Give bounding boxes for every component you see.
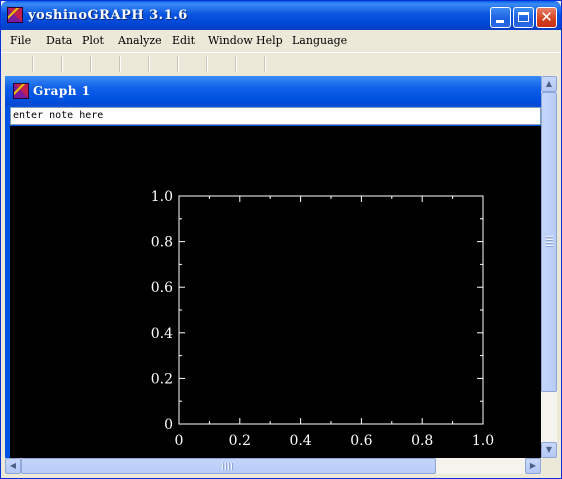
toolbar-separator bbox=[90, 56, 92, 72]
grip-line bbox=[231, 463, 233, 470]
menu-help[interactable]: Help bbox=[256, 34, 283, 47]
menu-bar: File Data Plot Analyze Edit Window Help … bbox=[1, 30, 561, 52]
grip-line bbox=[546, 239, 553, 241]
plot-frame bbox=[178, 195, 484, 425]
y-tick-label: 0.6 bbox=[151, 280, 173, 296]
scroll-up-button[interactable]: ▲ bbox=[541, 76, 557, 92]
vertical-scroll-thumb[interactable] bbox=[541, 92, 557, 392]
title-bar[interactable]: yoshinoGRAPH 3.1.6 ✕ bbox=[1, 1, 561, 30]
grip-line bbox=[228, 463, 230, 470]
toolbar-separator bbox=[148, 56, 150, 72]
graph-window-title-bar[interactable]: Graph 1 bbox=[5, 76, 541, 106]
size-grip[interactable] bbox=[541, 458, 557, 474]
graph-window-title: Graph 1 bbox=[33, 84, 91, 98]
menu-analyze[interactable]: Analyze bbox=[118, 34, 162, 47]
vertical-scrollbar[interactable]: ▲ ▼ bbox=[541, 76, 557, 458]
toolbar-separator bbox=[119, 56, 121, 72]
note-field[interactable]: enter note here bbox=[10, 107, 541, 125]
menu-window[interactable]: Window bbox=[208, 34, 253, 47]
grape-graph-icon[interactable] bbox=[13, 83, 29, 99]
y-tick-label: 0.4 bbox=[151, 326, 173, 342]
grape-app-icon[interactable] bbox=[7, 7, 23, 23]
scroll-down-button[interactable]: ▼ bbox=[541, 442, 557, 458]
menu-data[interactable]: Data bbox=[46, 34, 72, 47]
x-tick-label: 0.2 bbox=[229, 433, 251, 449]
close-button[interactable]: ✕ bbox=[536, 7, 557, 28]
minimize-button[interactable] bbox=[490, 7, 511, 28]
x-tick-label: 0.6 bbox=[350, 433, 372, 449]
x-tick-label: 0 bbox=[175, 433, 184, 449]
x-tick-label: 0.4 bbox=[289, 433, 311, 449]
minimize-icon bbox=[496, 20, 504, 23]
grip-line bbox=[222, 463, 224, 470]
maximize-icon bbox=[518, 12, 529, 22]
menu-edit[interactable]: Edit bbox=[172, 34, 195, 47]
menu-language[interactable]: Language bbox=[292, 34, 347, 47]
y-tick-label: 0.2 bbox=[151, 371, 173, 387]
close-icon: ✕ bbox=[540, 8, 553, 26]
menu-file[interactable]: File bbox=[10, 34, 31, 47]
horizontal-scrollbar[interactable]: ◀ ▶ bbox=[5, 458, 541, 474]
toolbar-separator bbox=[264, 56, 266, 72]
scroll-right-button[interactable]: ▶ bbox=[525, 458, 541, 474]
grip-line bbox=[546, 236, 553, 238]
toolbar-separator bbox=[177, 56, 179, 72]
grip-line bbox=[225, 463, 227, 470]
grip-line bbox=[546, 245, 553, 247]
window-title: yoshinoGRAPH 3.1.6 bbox=[28, 8, 188, 23]
toolbar-separator bbox=[235, 56, 237, 72]
app-window: yoshinoGRAPH 3.1.6 ✕ File Data Plot Anal… bbox=[0, 0, 562, 479]
x-tick-label: 0.8 bbox=[411, 433, 433, 449]
maximize-button[interactable] bbox=[513, 7, 534, 28]
y-tick-label: 0.8 bbox=[151, 235, 173, 251]
toolbar-separator bbox=[32, 56, 34, 72]
scroll-left-button[interactable]: ◀ bbox=[5, 458, 21, 474]
x-tick-label: 1.0 bbox=[472, 433, 494, 449]
y-tick-label: 0 bbox=[164, 417, 173, 433]
grip-line bbox=[546, 242, 553, 244]
graph-window: Graph 1 enter note here 0 0.2 0.4 0.6 0.8 1.0… bbox=[5, 76, 541, 458]
horizontal-scroll-thumb[interactable] bbox=[21, 458, 436, 474]
menu-plot[interactable]: Plot bbox=[82, 34, 104, 47]
y-tick-label: 1.0 bbox=[151, 189, 173, 205]
toolbar bbox=[1, 52, 561, 75]
mdi-client-area: Graph 1 enter note here 0 0.2 0.4 0.6 0.8 1.0… bbox=[5, 76, 557, 458]
plot-svg: 0 0.2 0.4 0.6 0.8 1.0 0 0.2 0.4 0.6 0.8 1.0 bbox=[151, 189, 494, 449]
toolbar-separator bbox=[206, 56, 208, 72]
plot-canvas[interactable]: 0 0.2 0.4 0.6 0.8 1.0 0 0.2 0.4 0.6 0.8 1.0 bbox=[10, 126, 541, 458]
toolbar-separator bbox=[61, 56, 63, 72]
